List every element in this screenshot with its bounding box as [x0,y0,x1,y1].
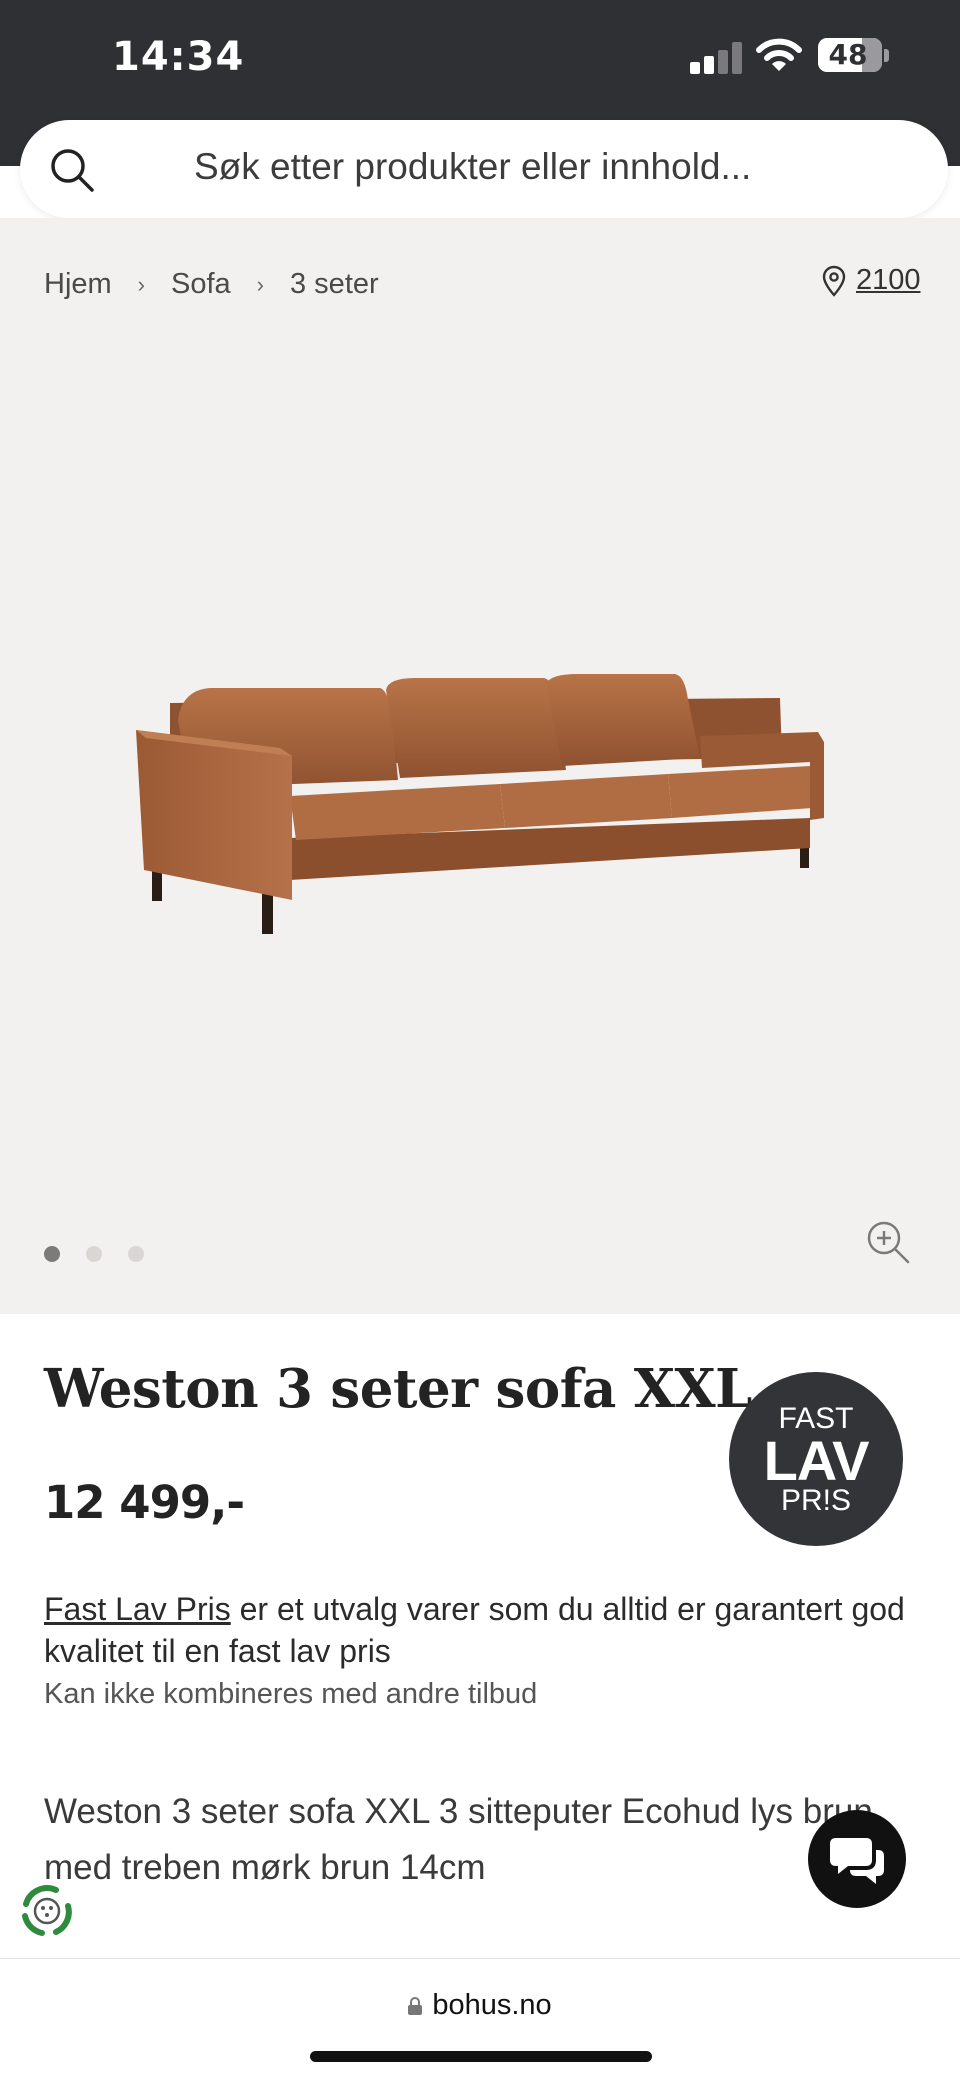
battery-nub [884,49,889,62]
product-image-sofa[interactable] [130,638,830,958]
fast-lav-pris-info: Fast Lav Pris er et utvalg varer som du … [44,1588,924,1672]
battery-level: 48 [828,38,868,71]
url-text[interactable]: bohus.no [432,1989,551,2021]
eco-recycle-icon[interactable] [16,1880,78,1942]
breadcrumb-3-seter[interactable]: 3 seter [290,268,379,301]
store-location-button[interactable]: 2100 [822,264,921,297]
address-bar[interactable]: bohus.no [0,1989,960,2022]
postal-code[interactable]: 2100 [856,264,921,297]
lock-icon [408,1997,423,2015]
breadcrumb-home[interactable]: Hjem [44,268,112,301]
product-title: Weston 3 seter sofa XXL [44,1358,752,1420]
chat-button[interactable] [808,1810,906,1908]
badge-line-3: PR!S [780,1484,852,1517]
pagination-dot[interactable] [44,1246,60,1262]
battery-icon: 48 [818,38,882,72]
home-indicator[interactable] [310,2051,652,2062]
chevron-right-icon: › [256,271,264,297]
fast-lav-pris-link[interactable]: Fast Lav Pris [44,1591,231,1627]
gallery-pagination[interactable] [44,1246,144,1262]
product-price: 12 499,- [44,1476,245,1529]
fast-lav-pris-badge: FAST LAV PR!S [729,1372,903,1546]
wifi-icon [756,38,802,71]
status-time: 14:34 [112,34,245,80]
browser-bottom-bar: bohus.no [0,1958,960,2077]
search-bar[interactable]: Søk etter produkter eller innhold... [20,120,948,218]
search-icon[interactable] [48,146,96,194]
chat-bubbles-icon [830,1838,884,1884]
page: 14:34 48 Søk etter produkter eller innho… [0,0,960,2077]
pagination-dot[interactable] [86,1246,102,1262]
cellular-signal-icon [690,42,742,74]
zoom-in-icon[interactable] [864,1218,912,1266]
chevron-right-icon: › [137,271,145,297]
pagination-dot[interactable] [128,1246,144,1262]
search-input[interactable]: Søk etter produkter eller innhold... [194,146,751,188]
location-pin-icon [822,265,846,297]
breadcrumb-sofa[interactable]: Sofa [171,268,231,301]
product-description: Weston 3 seter sofa XXL 3 sitteputer Eco… [44,1792,873,1887]
breadcrumb: Hjem › Sofa › 3 seter [44,268,379,301]
disclaimer-text: Kan ikke kombineres med andre tilbud [44,1678,538,1710]
product-gallery[interactable]: Hjem › Sofa › 3 seter 2100 [0,218,960,1314]
